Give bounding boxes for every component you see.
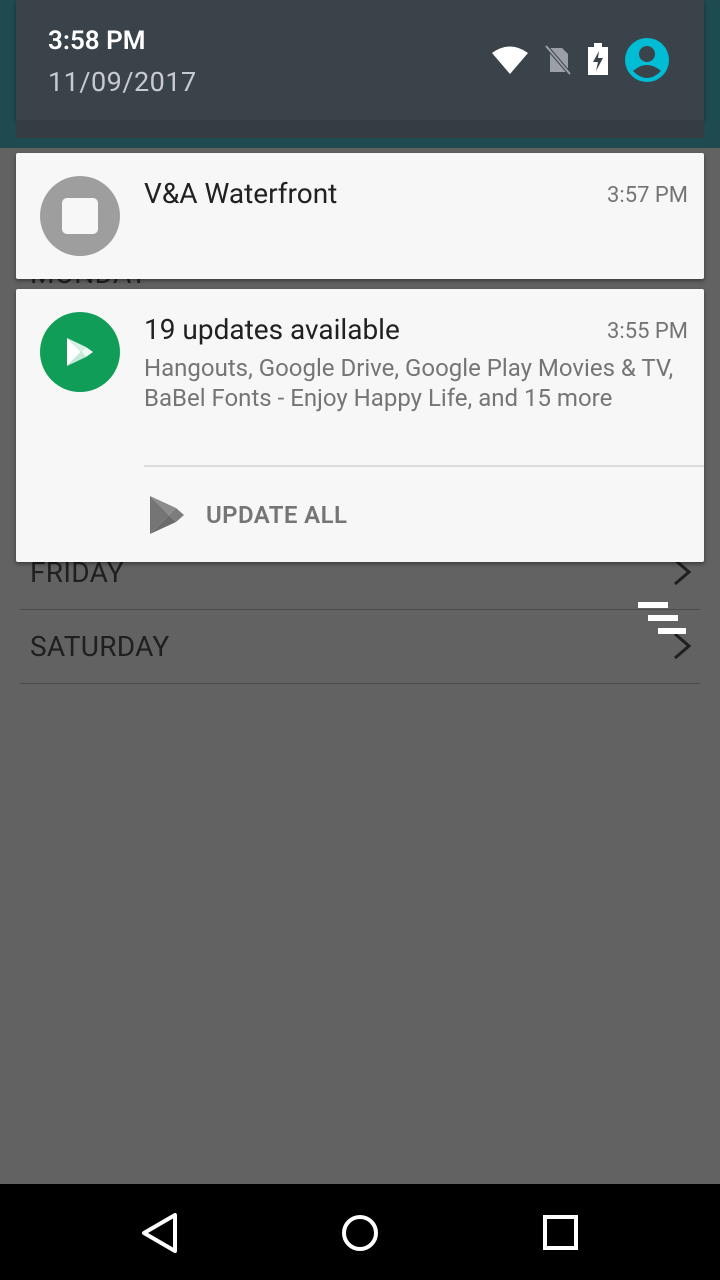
clock: 3:58 PM (48, 26, 146, 56)
account-avatar-icon[interactable] (624, 37, 670, 83)
app-icon (40, 176, 120, 256)
notification-time: 3:57 PM (607, 183, 688, 208)
notification-card-waterfront[interactable]: V&A Waterfront 3:57 PM (16, 153, 704, 279)
wifi-icon (492, 46, 528, 74)
date: 11/09/2017 (48, 66, 197, 98)
day-row-saturday[interactable]: SATURDAY (20, 609, 700, 684)
navigation-bar (0, 1184, 720, 1280)
update-all-label: UPDATE ALL (206, 501, 348, 529)
sort-menu-icon[interactable] (638, 602, 688, 638)
recents-icon[interactable] (535, 1208, 585, 1258)
battery-charging-icon (588, 43, 608, 75)
quick-settings-handle[interactable] (16, 120, 704, 138)
divider (144, 465, 704, 467)
play-store-icon (67, 338, 93, 366)
no-sim-icon (544, 44, 572, 76)
notification-shade-header[interactable]: 3:58 PM 11/09/2017 (16, 0, 704, 120)
home-icon[interactable] (335, 1208, 385, 1258)
notification-title: V&A Waterfront (144, 177, 338, 210)
stop-icon (62, 198, 98, 234)
notification-time: 3:55 PM (607, 319, 688, 344)
app-icon (40, 312, 120, 392)
update-all-button[interactable]: UPDATE ALL (146, 493, 347, 537)
back-icon[interactable] (135, 1208, 185, 1258)
play-store-icon (150, 496, 184, 534)
notification-text: Hangouts, Google Drive, Google Play Movi… (144, 354, 674, 412)
notification-card-updates[interactable]: 19 updates available 3:55 PM Hangouts, G… (16, 289, 704, 562)
status-icons (490, 36, 670, 84)
notification-title: 19 updates available (144, 313, 400, 346)
day-label: SATURDAY (30, 630, 170, 663)
